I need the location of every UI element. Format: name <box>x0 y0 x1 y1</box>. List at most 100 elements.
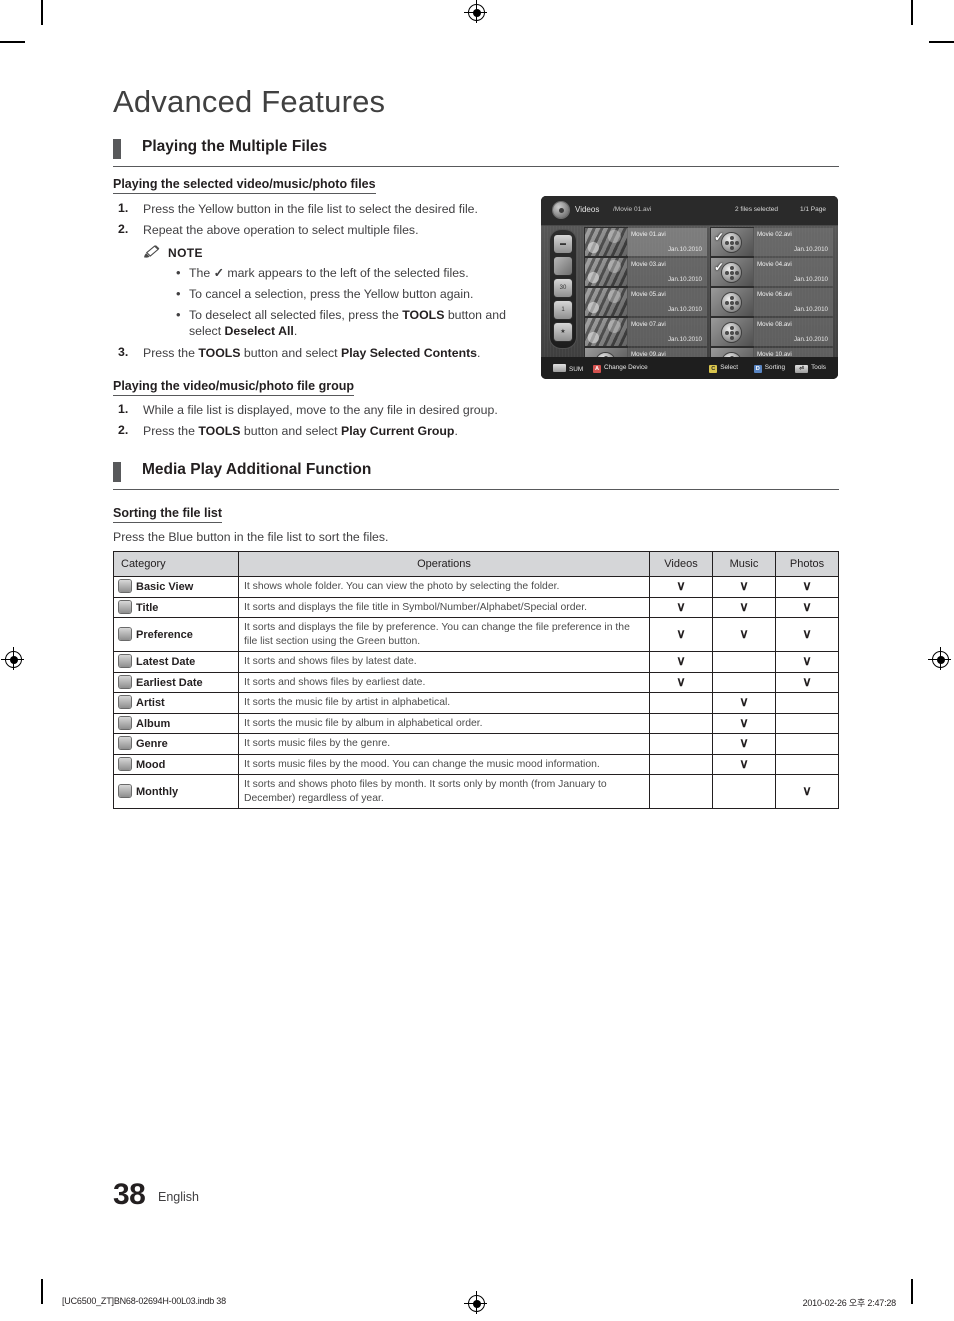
note-bullet-text: The ✓ mark appears to the left of the se… <box>189 266 469 280</box>
cell-operations: It sorts and displays the file by prefer… <box>238 617 650 652</box>
header-photos: Photos <box>775 551 839 577</box>
osd-file-cell[interactable]: ✓ Movie 04.avi Jan.10.2010 <box>711 258 833 286</box>
file-name: Movie 03.avi <box>631 261 666 268</box>
file-date: Jan.10.2010 <box>793 336 828 343</box>
cell-videos: ∨ <box>649 596 713 618</box>
key-badge-icon <box>553 364 566 372</box>
rail-star-icon[interactable]: ★ <box>554 323 572 341</box>
cell-operations: It sorts music files by the mood. You ca… <box>238 753 650 775</box>
step-text: While a file list is displayed, move to … <box>143 403 498 417</box>
cell-category: Monthly <box>113 774 239 809</box>
check-icon: ∨ <box>802 598 812 614</box>
check-icon: ∨ <box>676 598 686 614</box>
cell-videos: ∨ <box>649 576 713 598</box>
table-row: Monthly It sorts and shows photo files b… <box>113 774 839 809</box>
osd-file-cell[interactable]: ✓ Movie 02.avi Jan.10.2010 <box>711 228 833 256</box>
file-date: Jan.10.2010 <box>667 246 702 253</box>
cell-operations: It sorts and shows files by latest date. <box>238 651 650 673</box>
key-badge-icon: A <box>593 365 601 373</box>
osd-key-change-device[interactable]: A Change Device <box>593 364 648 373</box>
table-body: Basic View It shows whole folder. You ca… <box>113 576 839 809</box>
osd-file-cell[interactable]: Movie 07.avi Jan.10.2010 <box>585 318 707 346</box>
check-icon: ∨ <box>739 755 749 771</box>
osd-category-rail: ▬ 30 1 ★ <box>550 230 576 348</box>
film-reel-icon <box>722 323 741 342</box>
manual-page: Advanced Features Playing the Multiple F… <box>0 0 954 1321</box>
rail-calendar-1-icon[interactable]: 1 <box>554 301 572 319</box>
title-az-icon <box>119 600 131 613</box>
cell-category: Mood <box>113 753 239 775</box>
cell-music: ∨ <box>712 617 776 652</box>
cell-music: ∨ <box>712 712 776 734</box>
header-videos: Videos <box>649 551 713 577</box>
osd-key-select[interactable]: C Select <box>709 364 738 373</box>
table-row: Mood It sorts music files by the mood. Y… <box>113 753 839 775</box>
osd-file-cell[interactable]: Movie 03.avi Jan.10.2010 <box>585 258 707 286</box>
osd-file-cell[interactable]: Movie 01.avi Jan.10.2010 <box>585 228 707 256</box>
file-name: Movie 07.avi <box>631 321 666 328</box>
check-icon: ∨ <box>802 783 812 798</box>
step-text: Repeat the above operation to select mul… <box>143 223 419 237</box>
cell-photos <box>775 753 839 775</box>
star-icon <box>119 628 131 640</box>
subheading-playing-selected-files: Playing the selected video/music/photo f… <box>113 177 376 194</box>
file-meta: Movie 06.avi Jan.10.2010 <box>753 288 833 316</box>
cell-category: Genre <box>113 733 239 755</box>
rail-calendar-30-icon[interactable]: 30 <box>554 279 572 297</box>
cell-music <box>712 651 776 673</box>
check-icon: ∨ <box>676 578 686 594</box>
step-number: 3. <box>118 345 129 359</box>
cell-category: Preference <box>113 617 239 652</box>
step-text: Press the TOOLS button and select Play S… <box>143 346 481 360</box>
cell-videos: ∨ <box>649 651 713 673</box>
step-number: 1. <box>118 402 129 416</box>
osd-key-sorting[interactable]: D Sorting <box>753 364 785 373</box>
cell-photos: ∨ <box>775 596 839 618</box>
cell-videos <box>649 712 713 734</box>
osd-file-cell[interactable]: Movie 06.avi Jan.10.2010 <box>711 288 833 316</box>
rail-photo-icon[interactable] <box>554 257 572 275</box>
selected-check-icon: ✓ <box>714 260 725 274</box>
selected-check-icon: ✓ <box>714 230 725 244</box>
check-icon: ∨ <box>739 714 749 730</box>
file-date: Jan.10.2010 <box>793 276 828 283</box>
cell-operations: It sorts music files by the genre. <box>238 733 650 755</box>
file-meta: Movie 07.avi Jan.10.2010 <box>627 318 707 346</box>
osd-file-list: ▬ 30 1 ★ Movie 01.avi Jan.10.2010 Movie … <box>541 226 838 376</box>
cell-photos <box>775 733 839 755</box>
cell-videos <box>649 774 713 809</box>
cell-category: Title <box>113 596 239 618</box>
cell-photos: ∨ <box>775 671 839 693</box>
cell-category: Basic View <box>113 576 239 598</box>
cell-videos <box>649 733 713 755</box>
osd-file-cell[interactable]: Movie 08.avi Jan.10.2010 <box>711 318 833 346</box>
cell-videos <box>649 692 713 714</box>
file-meta: Movie 01.avi Jan.10.2010 <box>627 228 707 256</box>
osd-path: /Movie 01.avi <box>613 206 652 213</box>
check-icon: ∨ <box>739 735 749 751</box>
intro-text: Press the Blue button in the file list t… <box>113 530 389 544</box>
file-name: Movie 02.avi <box>757 231 792 238</box>
file-date: Jan.10.2010 <box>667 336 702 343</box>
album-icon <box>119 716 131 729</box>
cell-music: ∨ <box>712 576 776 598</box>
table-row: Title It sorts and displays the file tit… <box>113 596 839 618</box>
file-date: Jan.10.2010 <box>793 306 828 313</box>
osd-file-cell[interactable]: Movie 05.avi Jan.10.2010 <box>585 288 707 316</box>
cell-operations: It sorts the music file by album in alph… <box>238 712 650 734</box>
section-bar <box>113 462 121 482</box>
folder-icon <box>119 580 131 593</box>
rail-folder-icon[interactable]: ▬ <box>554 235 572 253</box>
file-date: Jan.10.2010 <box>667 306 702 313</box>
file-thumbnail <box>585 228 627 256</box>
cell-operations: It sorts and displays the file title in … <box>238 596 650 618</box>
osd-key-sum[interactable]: SUM <box>553 364 583 373</box>
file-thumbnail <box>585 288 627 316</box>
cell-operations: It sorts the music file by artist in alp… <box>238 692 650 714</box>
check-icon: ∨ <box>676 626 686 641</box>
sorting-options-table: Category Operations Videos Music Photos … <box>113 551 839 809</box>
osd-key-tools[interactable]: ⏎ Tools <box>795 364 826 373</box>
file-thumbnail <box>711 318 753 346</box>
file-name: Movie 01.avi <box>631 231 666 238</box>
page-title: Advanced Features <box>113 84 386 119</box>
